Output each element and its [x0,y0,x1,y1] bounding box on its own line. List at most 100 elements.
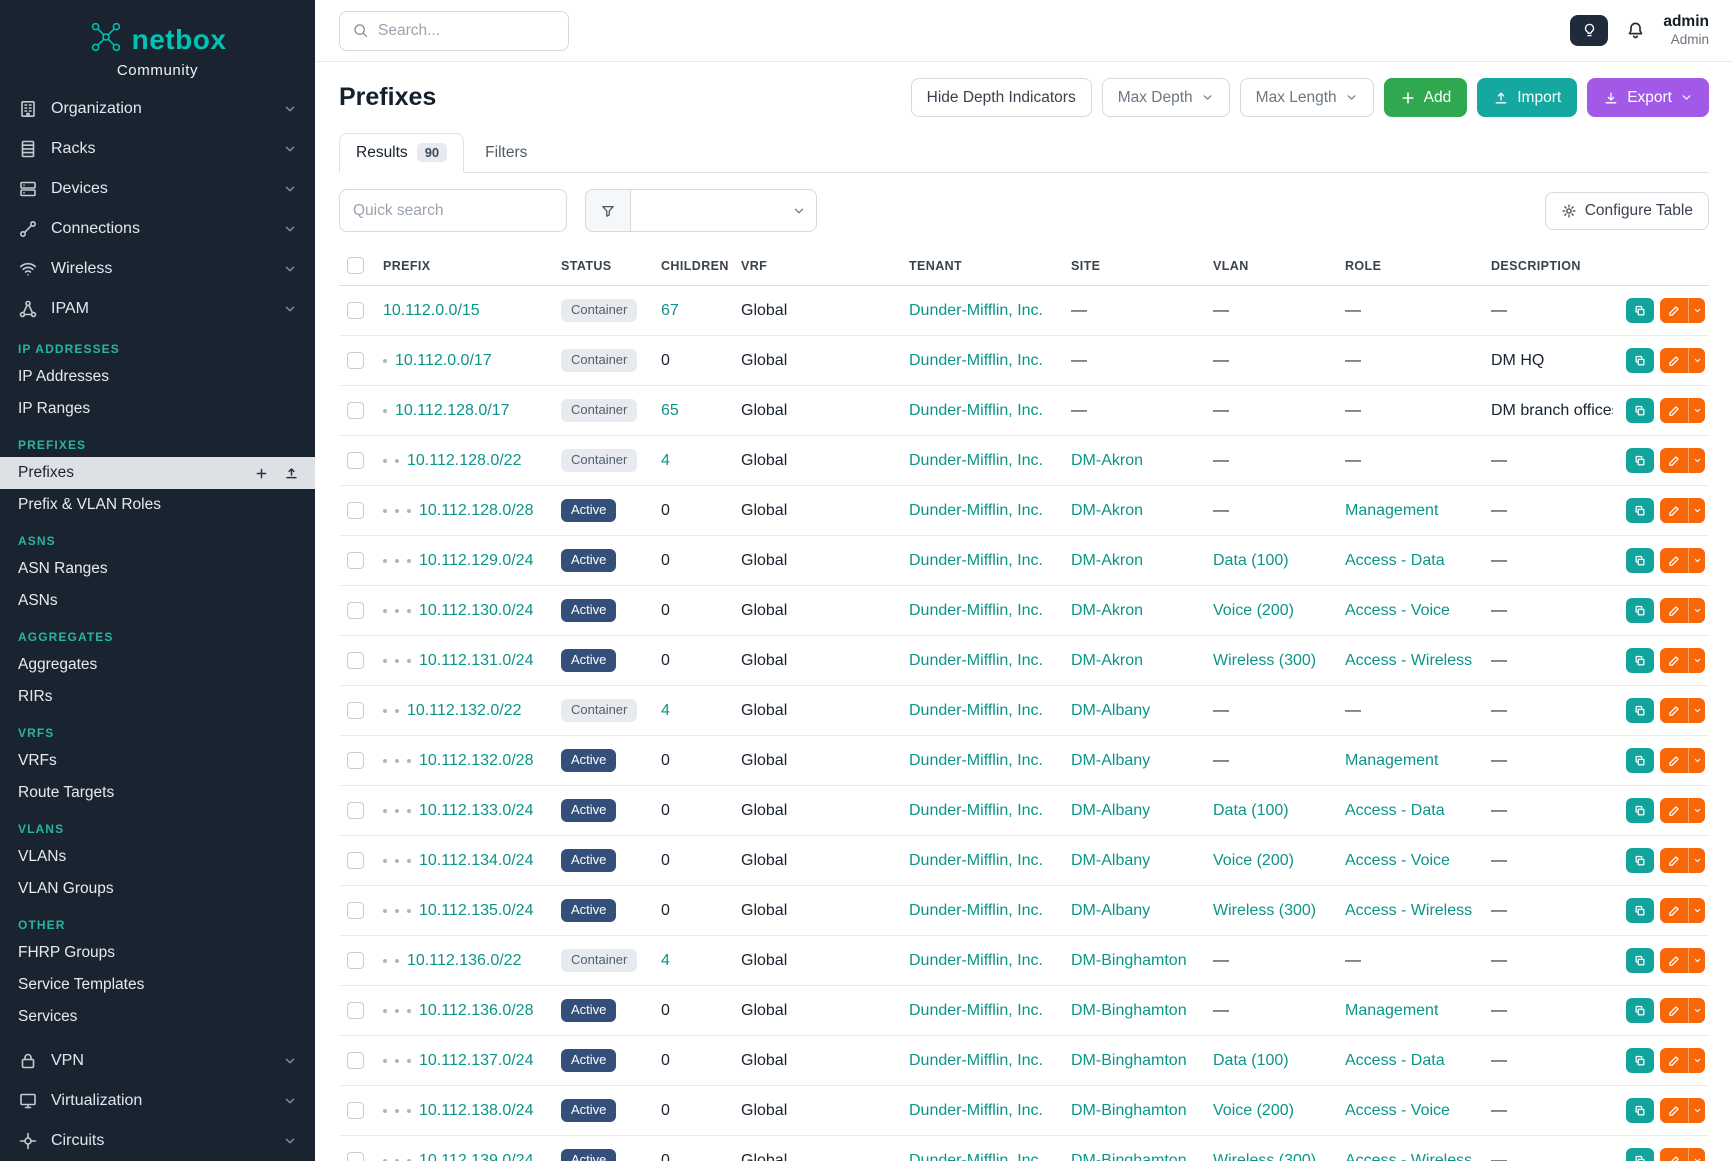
sidebar-item-route-targets[interactable]: Route Targets [0,777,315,809]
sidebar-item-ip-addresses[interactable]: IP Addresses [0,361,315,393]
edit-button[interactable] [1660,348,1688,373]
edit-dropdown-button[interactable] [1688,448,1705,473]
clone-button[interactable] [1626,1048,1654,1073]
edit-dropdown-button[interactable] [1688,348,1705,373]
row-checkbox[interactable] [347,652,364,669]
sidebar-item-prefix-vlan-roles[interactable]: Prefix & VLAN Roles [0,489,315,521]
column-header-vrf[interactable]: VRF [733,246,901,286]
children-count-link[interactable]: 4 [661,952,670,969]
prefix-link[interactable]: 10.112.135.0/24 [419,902,533,919]
prefix-link[interactable]: 10.112.128.0/17 [395,402,509,419]
tenant-link[interactable]: Dunder-Mifflin, Inc. [909,852,1043,869]
clone-button[interactable] [1626,798,1654,823]
row-checkbox[interactable] [347,1052,364,1069]
row-checkbox[interactable] [347,952,364,969]
vlan-link[interactable]: Wireless (300) [1213,1152,1316,1161]
sidebar-item-vlans[interactable]: VLANs [0,841,315,873]
user-menu[interactable]: admin Admin [1663,12,1709,48]
role-link[interactable]: Access - Voice [1345,602,1450,619]
edit-button[interactable] [1660,1148,1688,1161]
vlan-link[interactable]: Voice (200) [1213,602,1294,619]
select-all-checkbox[interactable] [347,257,364,274]
edit-button[interactable] [1660,1048,1688,1073]
vlan-link[interactable]: Wireless (300) [1213,652,1316,669]
column-header-site[interactable]: SITE [1063,246,1205,286]
clone-button[interactable] [1626,648,1654,673]
edit-button[interactable] [1660,448,1688,473]
sidebar-item-ipam[interactable]: IPAM [0,289,315,329]
tenant-link[interactable]: Dunder-Mifflin, Inc. [909,352,1043,369]
vlan-link[interactable]: Voice (200) [1213,852,1294,869]
prefix-link[interactable]: 10.112.136.0/28 [419,1002,533,1019]
edit-button[interactable] [1660,898,1688,923]
column-header-vlan[interactable]: VLAN [1205,246,1337,286]
edit-button[interactable] [1660,798,1688,823]
children-count-link[interactable]: 67 [661,302,679,319]
tenant-link[interactable]: Dunder-Mifflin, Inc. [909,452,1043,469]
saved-filter-select[interactable] [631,189,817,232]
clone-button[interactable] [1626,498,1654,523]
site-link[interactable]: DM-Binghamton [1071,1002,1187,1019]
role-link[interactable]: Access - Wireless [1345,1152,1472,1161]
edit-button[interactable] [1660,848,1688,873]
site-link[interactable]: DM-Albany [1071,802,1150,819]
row-checkbox[interactable] [347,852,364,869]
sidebar-item-service-templates[interactable]: Service Templates [0,969,315,1001]
column-header-description[interactable]: DESCRIPTION [1483,246,1613,286]
prefix-link[interactable]: 10.112.128.0/22 [407,452,521,469]
quick-add-button[interactable] [252,464,271,483]
column-header-prefix[interactable]: PREFIX [375,246,553,286]
edit-dropdown-button[interactable] [1688,898,1705,923]
site-link[interactable]: DM-Albany [1071,752,1150,769]
tenant-link[interactable]: Dunder-Mifflin, Inc. [909,1152,1043,1161]
row-checkbox[interactable] [347,752,364,769]
edit-button[interactable] [1660,998,1688,1023]
prefix-link[interactable]: 10.112.130.0/24 [419,602,533,619]
edit-dropdown-button[interactable] [1688,498,1705,523]
site-link[interactable]: DM-Akron [1071,502,1143,519]
role-link[interactable]: Access - Voice [1345,1102,1450,1119]
sidebar-item-asns[interactable]: ASNs [0,585,315,617]
clone-button[interactable] [1626,598,1654,623]
tenant-link[interactable]: Dunder-Mifflin, Inc. [909,302,1043,319]
role-link[interactable]: Management [1345,752,1438,769]
sidebar-item-vrfs[interactable]: VRFs [0,745,315,777]
column-header-tenant[interactable]: TENANT [901,246,1063,286]
prefix-link[interactable]: 10.112.132.0/28 [419,752,533,769]
notifications-button[interactable] [1625,20,1646,41]
sidebar-item-rirs[interactable]: RIRs [0,681,315,713]
tenant-link[interactable]: Dunder-Mifflin, Inc. [909,802,1043,819]
edit-dropdown-button[interactable] [1688,398,1705,423]
row-checkbox[interactable] [347,802,364,819]
children-count-link[interactable]: 65 [661,402,679,419]
row-checkbox[interactable] [347,452,364,469]
edit-dropdown-button[interactable] [1688,798,1705,823]
role-link[interactable]: Access - Voice [1345,852,1450,869]
sidebar-item-fhrp-groups[interactable]: FHRP Groups [0,937,315,969]
edit-dropdown-button[interactable] [1688,1098,1705,1123]
tenant-link[interactable]: Dunder-Mifflin, Inc. [909,952,1043,969]
edit-button[interactable] [1660,548,1688,573]
prefix-link[interactable]: 10.112.131.0/24 [419,652,533,669]
clone-button[interactable] [1626,998,1654,1023]
tenant-link[interactable]: Dunder-Mifflin, Inc. [909,552,1043,569]
vlan-link[interactable]: Voice (200) [1213,1102,1294,1119]
edit-button[interactable] [1660,1098,1688,1123]
import-button[interactable]: Import [1477,78,1577,117]
prefix-link[interactable]: 10.112.132.0/22 [407,702,521,719]
prefix-link[interactable]: 10.112.0.0/17 [395,352,492,369]
quick-search-input[interactable] [339,189,567,232]
sidebar-item-vlan-groups[interactable]: VLAN Groups [0,873,315,905]
edit-dropdown-button[interactable] [1688,698,1705,723]
role-link[interactable]: Access - Data [1345,1052,1445,1069]
tenant-link[interactable]: Dunder-Mifflin, Inc. [909,402,1043,419]
column-header-role[interactable]: ROLE [1337,246,1483,286]
site-link[interactable]: DM-Binghamton [1071,1152,1187,1161]
role-link[interactable]: Management [1345,502,1438,519]
edit-button[interactable] [1660,598,1688,623]
row-checkbox[interactable] [347,702,364,719]
clone-button[interactable] [1626,698,1654,723]
children-count-link[interactable]: 4 [661,702,670,719]
edit-button[interactable] [1660,398,1688,423]
edit-dropdown-button[interactable] [1688,848,1705,873]
